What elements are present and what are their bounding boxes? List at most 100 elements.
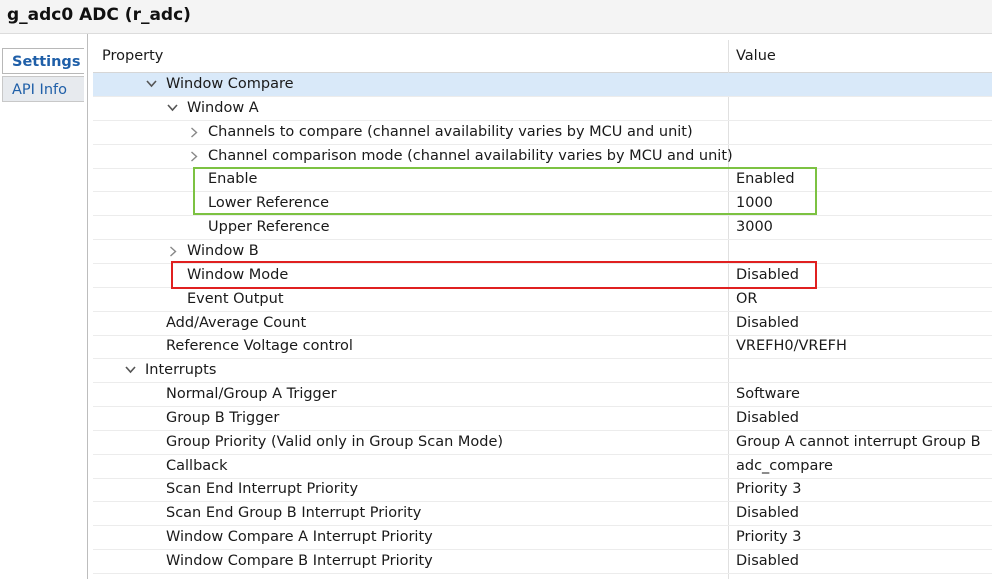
property-value[interactable]: VREFH0/VREFH	[736, 335, 847, 358]
property-label: Window B	[187, 242, 259, 259]
property-cell: Callback	[144, 455, 228, 478]
property-label: Window Compare	[166, 76, 294, 92]
property-cell: Interrupts	[123, 359, 216, 382]
chevron-right-icon[interactable]	[165, 240, 181, 263]
property-cell: Window Compare A Interrupt Priority	[144, 526, 433, 549]
property-row[interactable]: Window B	[93, 240, 992, 264]
grid-header: Property Value	[93, 40, 992, 73]
property-row[interactable]: Event Output OR	[93, 288, 992, 312]
property-cell: Channels to compare (channel availabilit…	[186, 121, 693, 144]
property-label: Event Output	[187, 290, 284, 307]
chevron-down-icon[interactable]	[123, 359, 139, 382]
property-value[interactable]: Disabled	[736, 550, 799, 573]
chevron-right-icon[interactable]	[186, 145, 202, 168]
property-label: Group Priority (Valid only in Group Scan…	[166, 433, 504, 450]
side-tab-strip: Settings API Info	[0, 34, 88, 579]
property-label: Enable	[208, 171, 258, 188]
value-column-header[interactable]: Value	[736, 48, 776, 64]
chevron-down-icon[interactable]	[165, 97, 181, 120]
property-label: Window A	[187, 99, 259, 116]
property-cell: Group Priority (Valid only in Group Scan…	[144, 431, 503, 454]
property-row[interactable]: Upper Reference 3000	[93, 216, 992, 241]
property-label: Upper Reference	[208, 219, 330, 236]
property-label: Reference Voltage control	[166, 338, 353, 355]
property-row[interactable]: Interrupts	[93, 359, 992, 384]
property-label: Callback	[166, 457, 228, 474]
property-row[interactable]: Window Compare	[93, 73, 992, 97]
property-cell: Window Compare B Interrupt Priority	[144, 550, 433, 573]
property-cell: Scan End Group B Interrupt Priority	[144, 502, 421, 525]
property-value[interactable]: Priority 3	[736, 526, 801, 549]
property-label: Normal/Group A Trigger	[166, 386, 337, 403]
property-cell: Window A	[165, 97, 259, 120]
property-label: Group B Trigger	[166, 409, 280, 426]
property-cell: Reference Voltage control	[144, 335, 353, 358]
property-row[interactable]: Window A	[93, 97, 992, 121]
property-value[interactable]: Disabled	[736, 502, 799, 525]
property-label: Scan End Interrupt Priority	[166, 481, 359, 498]
property-row[interactable]: Add/Average Count Disabled	[93, 312, 992, 336]
property-row[interactable]: Scan End Group B Interrupt Priority Disab…	[93, 502, 992, 527]
property-row[interactable]: Group Priority (Valid only in Group Scan…	[93, 431, 992, 455]
property-value[interactable]: Enabled	[736, 168, 795, 191]
property-cell: Window B	[165, 240, 259, 263]
property-label: Channels to compare (channel availabilit…	[208, 123, 693, 140]
property-cell: Event Output	[165, 288, 284, 311]
tab-api-info[interactable]: API Info	[2, 76, 84, 102]
property-cell: Normal/Group A Trigger	[144, 383, 337, 406]
tab-settings[interactable]: Settings	[2, 48, 84, 74]
property-cell: Window Compare	[144, 73, 294, 96]
property-row[interactable]: Scan End Interrupt Priority Priority 3	[93, 478, 992, 503]
property-label: Interrupts	[145, 362, 217, 379]
property-label: Scan End Group B Interrupt Priority	[166, 505, 422, 522]
property-row[interactable]: Reference Voltage control VREFH0/VREFH	[93, 335, 992, 360]
property-row[interactable]: Channels to compare (channel availabilit…	[93, 121, 992, 145]
property-grid: Property Value Window Compare Window A Cha…	[93, 40, 992, 579]
property-row[interactable]: Lower Reference 1000	[93, 192, 992, 217]
chevron-right-icon[interactable]	[186, 121, 202, 144]
property-row[interactable]: Window Compare A Interrupt Priority Prior…	[93, 526, 992, 551]
property-cell: Upper Reference	[186, 216, 330, 239]
property-value[interactable]: 1000	[736, 192, 773, 215]
property-label: Add/Average Count	[166, 314, 307, 331]
editor-title-bar: g_adc0 ADC (r_adc)	[0, 0, 992, 34]
property-row[interactable]: Window Compare B Interrupt Priority Disab…	[93, 550, 992, 574]
property-row[interactable]: Window Mode Disabled	[93, 264, 992, 288]
property-cell: Enable	[186, 168, 257, 191]
property-label: Lower Reference	[208, 195, 330, 212]
property-value[interactable]: Group A cannot interrupt Group B	[736, 431, 981, 454]
property-value[interactable]: Priority 3	[736, 478, 801, 501]
property-row[interactable]: Enable Enabled	[93, 168, 992, 193]
property-cell: Window Mode	[165, 264, 288, 287]
property-value[interactable]: Software	[736, 383, 800, 406]
editor-title: g_adc0 ADC (r_adc)	[7, 5, 191, 25]
chevron-down-icon[interactable]	[144, 73, 160, 96]
property-cell: Group B Trigger	[144, 407, 279, 430]
property-row[interactable]: Channel comparison mode (channel availab…	[93, 145, 992, 169]
property-cell: Lower Reference	[186, 192, 329, 215]
property-row[interactable]: Normal/Group A Trigger Software	[93, 383, 992, 408]
property-label: Window Compare A Interrupt Priority	[166, 529, 433, 546]
property-value[interactable]: Disabled	[736, 312, 799, 335]
property-label: Window Compare B Interrupt Priority	[166, 553, 433, 569]
property-value[interactable]: adc_compare	[736, 455, 833, 478]
property-value[interactable]: 3000	[736, 216, 773, 239]
property-value[interactable]: Disabled	[736, 264, 799, 287]
property-value[interactable]: Disabled	[736, 407, 799, 430]
property-row[interactable]: Callback adc_compare	[93, 455, 992, 479]
property-value[interactable]: OR	[736, 288, 758, 311]
property-row[interactable]: Group B Trigger Disabled	[93, 407, 992, 431]
property-column-header[interactable]: Property	[102, 48, 163, 64]
property-label: Window Mode	[187, 266, 289, 283]
